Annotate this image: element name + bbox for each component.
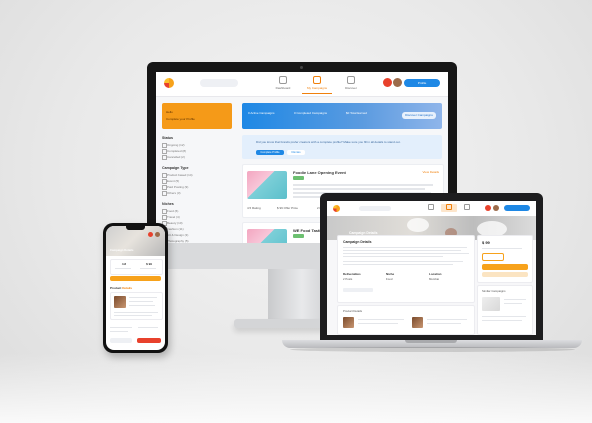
nav-dashboard[interactable] — [423, 204, 439, 212]
dashboard-icon — [279, 76, 287, 84]
save-button[interactable] — [482, 272, 528, 277]
product-card[interactable] — [110, 292, 163, 320]
profile-button[interactable]: Profile — [404, 79, 440, 87]
filter-checkbox[interactable]: Food (6) — [162, 209, 234, 214]
filter-group-campaign-type: Campaign Type Product based (14) Event (… — [162, 166, 234, 196]
status-badge — [293, 234, 304, 238]
avatar[interactable] — [393, 78, 402, 87]
filter-checkbox[interactable]: Art & Design (3) — [162, 233, 234, 238]
filter-group-niches: Niches Food (6) Travel (4) Beauty (10) F… — [162, 202, 234, 243]
avatar[interactable] — [155, 232, 160, 237]
laptop-shadow — [290, 347, 575, 352]
niche-field: Niche Food — [386, 272, 395, 281]
campaign-details-panel: Campaign Details Deliverables 2 Posts Nic… — [337, 235, 475, 303]
product-image — [343, 317, 354, 328]
notification-icon[interactable] — [485, 205, 491, 211]
info-row — [110, 326, 161, 334]
nav-dashboard[interactable]: Dashboard — [268, 76, 298, 90]
filter-checkbox[interactable]: Product based (14) — [162, 173, 234, 178]
filter-group-status: Status Ongoing (12) Completed (8) Cancel… — [162, 136, 234, 160]
dashboard-icon — [428, 204, 434, 210]
nav-discover[interactable]: Discover — [336, 76, 366, 90]
filter-checkbox[interactable]: Ongoing (12) — [162, 143, 234, 148]
avatar[interactable] — [493, 205, 499, 211]
notification-icon[interactable] — [148, 232, 153, 237]
phone-notch — [126, 226, 145, 230]
profile-button[interactable] — [504, 205, 530, 211]
laptop-notch — [405, 340, 457, 343]
similar-campaigns-card: Similar Campaigns — [477, 285, 533, 335]
filter-checkbox[interactable]: Paid Posting (9) — [162, 185, 234, 190]
nav-my-campaigns[interactable]: My Campaigns — [302, 76, 332, 94]
product-image — [412, 317, 423, 328]
filter-checkbox[interactable]: Completed (8) — [162, 149, 234, 154]
filter-checkbox[interactable]: Cancelled (2) — [162, 155, 234, 160]
section-heading: Product Details — [110, 286, 133, 290]
laptop-top-bar — [327, 201, 536, 217]
search-input[interactable] — [200, 79, 238, 87]
search-input[interactable] — [359, 206, 391, 211]
profile-tip-banner: Did you know that brands prefer creators… — [242, 135, 442, 159]
campaign-hero-image: Campaign Details — [106, 226, 165, 256]
filter-checkbox[interactable]: Event (5) — [162, 179, 234, 184]
apply-button[interactable] — [110, 276, 161, 281]
product-image — [114, 296, 126, 308]
filter-checkbox[interactable]: Beauty (10) — [162, 221, 234, 226]
complete-profile-button[interactable]: Complete Profile — [256, 150, 284, 155]
discover-icon — [347, 76, 355, 84]
campaigns-icon — [313, 76, 321, 84]
filter-checkbox[interactable]: Fashion (11) — [162, 227, 234, 232]
discover-campaigns-button[interactable]: Discover Campaigns — [402, 112, 436, 119]
secondary-button[interactable] — [110, 338, 132, 343]
quantity-select[interactable] — [482, 253, 504, 261]
campaigns-icon — [446, 204, 452, 210]
stat-completed: 0 Completed Campaigns — [294, 111, 328, 115]
stat-active: 0 Active Campaigns — [248, 111, 275, 115]
deliverables-field: Deliverables 2 Posts — [343, 272, 361, 281]
view-details-link[interactable]: View Details — [423, 170, 439, 174]
apply-button[interactable] — [482, 264, 528, 270]
complete-profile-card[interactable]: Hello Complete your Profile — [162, 103, 232, 129]
camera-dot — [300, 66, 303, 69]
filter-checkbox[interactable]: Others (3) — [162, 191, 234, 196]
location-field: Location Mumbai — [429, 272, 442, 281]
mobile-phone: Campaign Details 4.8 $ 99 Product Detail… — [103, 223, 168, 353]
filter-checkbox[interactable]: Travel (4) — [162, 215, 234, 220]
campaign-stats: 4.8 $ 99 — [110, 259, 163, 275]
offer-card: $ 99 — [477, 235, 533, 283]
brand-logo[interactable] — [164, 78, 174, 88]
campaign-image — [247, 171, 287, 199]
nav-my-campaigns[interactable] — [441, 204, 457, 212]
laptop-app-screen: Campaign Details Campaign Details Delive… — [327, 201, 536, 335]
discover-icon — [464, 204, 470, 210]
notification-icon[interactable] — [383, 78, 392, 87]
status-badge — [293, 176, 304, 180]
campaign-stats-hero: 0 Active Campaigns 0 Completed Campaigns… — [242, 103, 442, 129]
mobile-app-screen: Campaign Details 4.8 $ 99 Product Detail… — [106, 226, 165, 350]
campaign-image — [247, 229, 287, 243]
dismiss-button[interactable]: Dismiss — [287, 150, 305, 155]
product-details-panel: Product Details — [337, 305, 475, 335]
filter-sidebar: Status Ongoing (12) Completed (8) Cancel… — [162, 136, 234, 243]
scene-fade — [0, 353, 592, 423]
brand-logo[interactable] — [333, 205, 340, 212]
nav-discover[interactable] — [459, 204, 475, 212]
primary-button[interactable] — [137, 338, 161, 343]
desktop-top-bar: Dashboard My Campaigns Discover Profile — [156, 72, 448, 97]
stat-earned: $0 Total Earned — [346, 111, 367, 115]
laptop: Campaign Details Campaign Details Delive… — [320, 193, 543, 341]
